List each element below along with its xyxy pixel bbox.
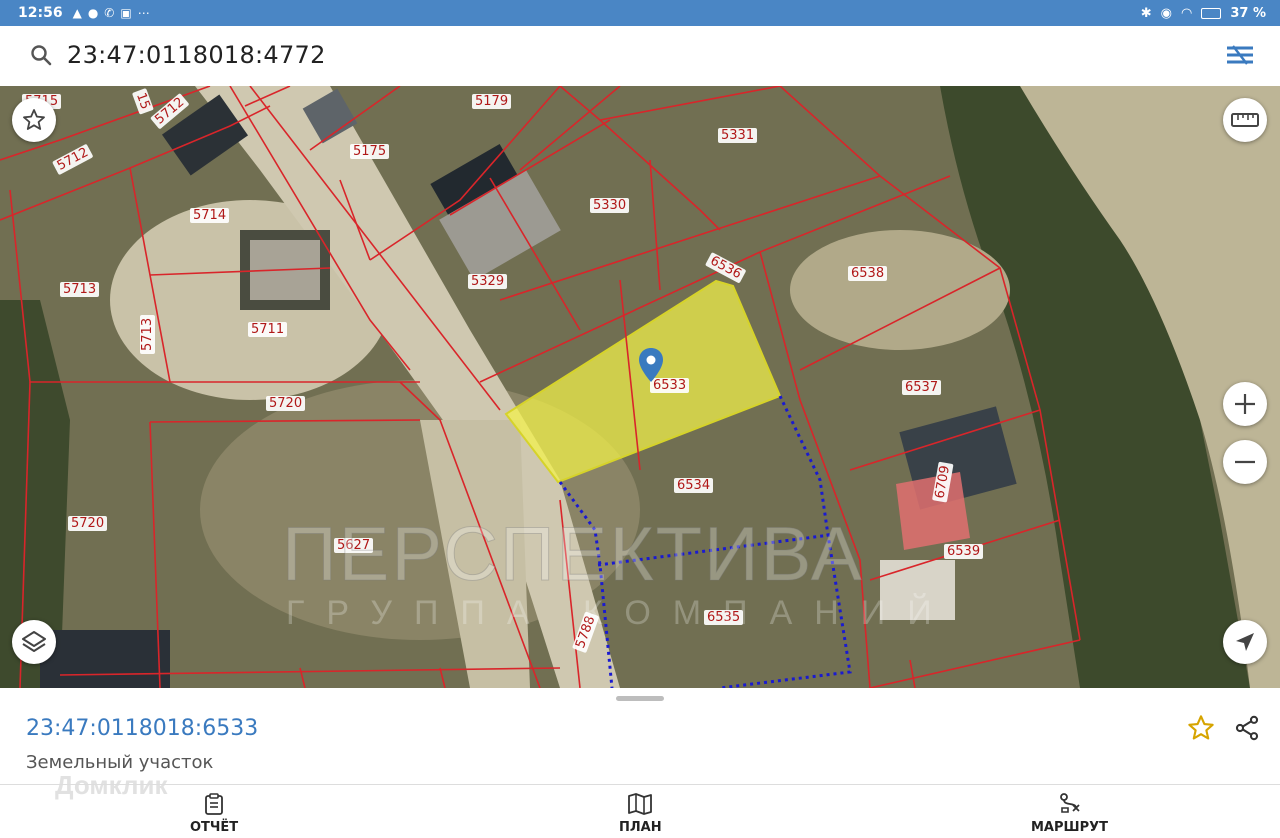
divider [0, 784, 1280, 785]
parcel-label: 5175 [350, 144, 390, 159]
minus-icon [1235, 460, 1255, 464]
notification-a-icon: ▲ [72, 6, 82, 20]
parcel-label: 5713 [140, 314, 155, 354]
map-view[interactable]: 5715155712571251795175533157145330653665… [0, 86, 1280, 688]
parcel-label: 5714 [190, 208, 230, 223]
parcel-label: 5329 [468, 274, 508, 289]
route-icon [1059, 793, 1080, 813]
search-icon[interactable] [29, 43, 53, 67]
zoom-out-button[interactable] [1223, 440, 1267, 484]
layers-button[interactable] [12, 620, 56, 664]
parcel-label: 5331 [718, 128, 758, 143]
nav-report[interactable]: ОТЧЁТ [190, 792, 238, 835]
nav-route[interactable]: МАРШРУТ [1031, 792, 1108, 835]
map-icon [628, 793, 653, 815]
parcel-card[interactable]: 23:47:0118018:6533 Земельный участок Дом… [0, 688, 1280, 838]
my-location-button[interactable] [1223, 620, 1267, 664]
nav-plan-label: ПЛАН [619, 820, 662, 835]
status-right: ✱ ◉ ◠ 37 % [1141, 0, 1266, 26]
watermark-title: ПЕРСПЕКТИВА [282, 512, 864, 598]
zoom-in-button[interactable] [1223, 382, 1267, 426]
parcel-label: 6538 [848, 266, 888, 281]
more-notifications-icon: ⋯ [137, 6, 150, 20]
ruler-button[interactable] [1223, 98, 1267, 142]
parcel-label: 6539 [944, 544, 984, 559]
star-outline-icon [23, 109, 45, 130]
parcel-label: 6534 [674, 478, 714, 493]
notification-phone-icon: ✆ [104, 6, 115, 20]
clipboard-icon [205, 793, 223, 815]
location-icon: ◉ [1160, 5, 1172, 21]
layers-icon [22, 631, 46, 652]
parcel-number: 23:47:0118018:6533 [26, 716, 259, 741]
nav-route-label: МАРШРУТ [1031, 820, 1109, 835]
notification-circle-icon: ● [87, 6, 99, 20]
parcel-label: 6537 [902, 380, 942, 395]
parcel-label: 5720 [266, 396, 306, 411]
filter-icon[interactable] [1225, 42, 1255, 68]
nav-report-label: ОТЧЁТ [190, 820, 239, 835]
watermark-subtitle: ГРУППА КОМПАНИЙ [286, 594, 954, 632]
favorite-map-button[interactable] [12, 98, 56, 142]
search-input[interactable]: 23:47:0118018:4772 [67, 41, 326, 69]
battery-icon [1201, 7, 1222, 19]
share-icon[interactable] [1233, 714, 1261, 742]
parcel-label: 5711 [248, 322, 288, 337]
status-time: 12:56 [18, 5, 63, 21]
navigation-arrow-icon [1236, 633, 1254, 651]
ruler-icon [1231, 113, 1259, 127]
battery-percent: 37 % [1230, 5, 1266, 21]
domclick-watermark: Домклик [55, 770, 168, 800]
parcel-label: 5720 [68, 516, 108, 531]
notification-icons: ▲ ● ✆ ▣ ⋯ [73, 6, 150, 20]
parcel-label: 5330 [590, 198, 630, 213]
bluetooth-icon: ✱ [1140, 5, 1152, 21]
search-bar[interactable]: 23:47:0118018:4772 [5, 30, 1273, 80]
nav-plan[interactable]: ПЛАН [619, 792, 662, 835]
status-bar: 12:56 ▲ ● ✆ ▣ ⋯ ✱ ◉ ◠ 37 % [0, 0, 1280, 26]
favorite-star-icon[interactable] [1187, 714, 1215, 742]
notification-app-icon: ▣ [120, 6, 132, 20]
parcel-label: 5179 [472, 94, 512, 109]
location-pin-icon[interactable] [639, 348, 663, 382]
drag-handle[interactable] [616, 696, 664, 701]
parcel-label: 5713 [60, 282, 100, 297]
wifi-icon: ◠ [1181, 5, 1193, 21]
plus-icon [1235, 394, 1255, 414]
